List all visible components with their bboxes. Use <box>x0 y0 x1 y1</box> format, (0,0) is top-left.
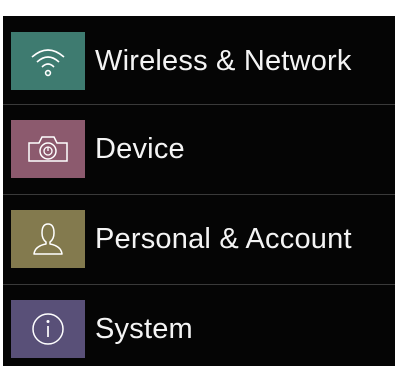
menu-item-label: System <box>95 312 193 345</box>
menu-item-label: Device <box>95 132 185 165</box>
info-icon <box>11 300 85 358</box>
menu-item-label: Personal & Account <box>95 222 352 255</box>
menu-item-wireless-network[interactable]: Wireless & Network <box>3 16 395 106</box>
wifi-icon <box>11 32 85 90</box>
settings-screen: Wireless & Network Device Personal & Acc… <box>3 16 395 366</box>
menu-item-device[interactable]: Device <box>3 104 395 194</box>
menu-item-system[interactable]: System <box>3 284 395 366</box>
menu-item-personal-account[interactable]: Personal & Account <box>3 194 395 284</box>
device-icon <box>11 120 85 178</box>
menu-item-label: Wireless & Network <box>95 44 352 77</box>
person-icon <box>11 210 85 268</box>
